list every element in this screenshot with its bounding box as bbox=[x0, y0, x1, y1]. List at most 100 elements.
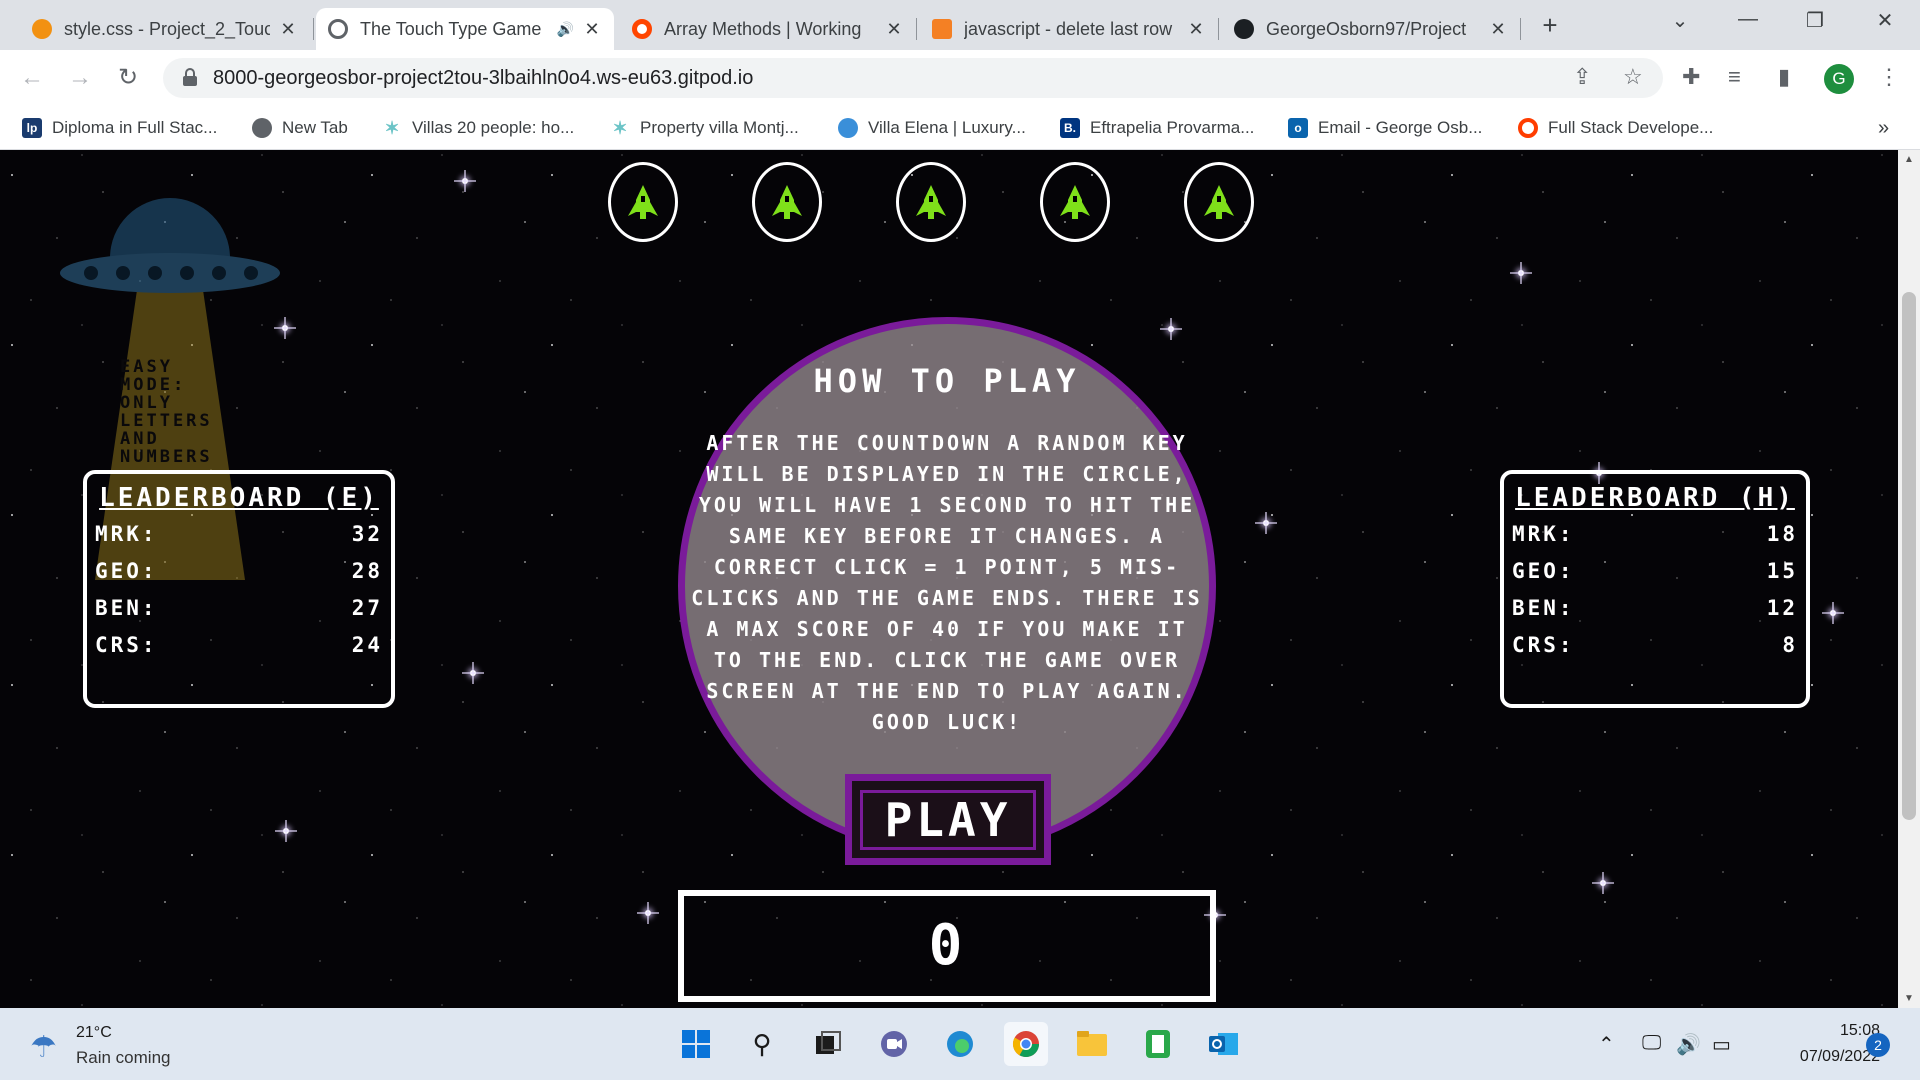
ufo-light bbox=[244, 266, 258, 280]
life-ship-icon bbox=[896, 162, 966, 242]
player-score: 32 bbox=[351, 522, 383, 546]
tab-title: Array Methods | Working bbox=[664, 18, 862, 39]
battery-icon[interactable]: ▭ bbox=[1712, 1032, 1731, 1057]
calculator-app-icon[interactable] bbox=[1136, 1022, 1180, 1066]
how-to-play-text: AFTER THE COUNTDOWN A RANDOM KEY WILL BE… bbox=[691, 431, 1203, 734]
weather-description[interactable]: Rain coming bbox=[76, 1048, 171, 1068]
tab-style-css[interactable]: style.css - Project_2_Touch ✕ bbox=[20, 8, 310, 50]
bookmark-full-stack[interactable]: Full Stack Develope... bbox=[1518, 114, 1713, 142]
close-icon[interactable]: ✕ bbox=[1186, 19, 1206, 40]
booking-icon: B. bbox=[1060, 118, 1080, 138]
clock-date[interactable]: 07/09/2022 bbox=[1760, 1048, 1880, 1066]
more-bookmarks-icon[interactable]: » bbox=[1878, 114, 1889, 142]
close-icon[interactable]: ✕ bbox=[582, 19, 602, 40]
chrome-icon[interactable] bbox=[1004, 1022, 1048, 1066]
star bbox=[637, 902, 659, 924]
tab-array-methods[interactable]: Array Methods | Working ✕ bbox=[620, 8, 916, 50]
life-ship-icon bbox=[1184, 162, 1254, 242]
tab-touch-type-game[interactable]: The Touch Type Game 🔊 ✕ bbox=[316, 8, 614, 50]
globe-icon bbox=[252, 118, 272, 138]
bookmark-label: Villa Elena | Luxury... bbox=[868, 118, 1026, 137]
side-panel-icon[interactable]: ▮ bbox=[1778, 64, 1790, 90]
file-explorer-icon[interactable] bbox=[1070, 1022, 1114, 1066]
bookmark-email[interactable]: o Email - George Osb... bbox=[1288, 114, 1482, 142]
star bbox=[454, 170, 476, 192]
edge-icon[interactable] bbox=[938, 1022, 982, 1066]
tab-github[interactable]: GeorgeOsborn97/Project ✕ bbox=[1222, 8, 1520, 50]
close-icon[interactable]: ✕ bbox=[278, 19, 298, 40]
minimize-icon[interactable]: — bbox=[1723, 8, 1773, 38]
start-icon[interactable] bbox=[674, 1022, 718, 1066]
scroll-down-icon[interactable]: ▼ bbox=[1904, 993, 1914, 1004]
bookmark-villas[interactable]: ✶ Villas 20 people: ho... bbox=[382, 114, 574, 142]
lock-icon[interactable] bbox=[183, 68, 197, 86]
back-icon[interactable]: ← bbox=[16, 62, 48, 94]
bookmark-label: Full Stack Develope... bbox=[1548, 118, 1714, 137]
star bbox=[1255, 512, 1277, 534]
window-close-icon[interactable]: ✕ bbox=[1860, 8, 1910, 38]
new-tab-button[interactable]: + bbox=[1535, 10, 1565, 40]
ufo-light bbox=[148, 266, 162, 280]
taskbar: ☂ 21°C Rain coming ⚲ ⌃ 🖵 🔊 ▭ 15:08 07/09… bbox=[0, 1008, 1920, 1080]
tab-title: GeorgeOsborn97/Project bbox=[1266, 18, 1467, 39]
player-name: GEO: bbox=[1512, 559, 1575, 583]
profile-avatar[interactable]: G bbox=[1824, 64, 1854, 94]
share-icon[interactable]: ⇪ bbox=[1573, 64, 1591, 90]
play-button[interactable]: PLAY bbox=[845, 774, 1051, 865]
star bbox=[1822, 602, 1844, 624]
search-icon[interactable]: ⚲ bbox=[740, 1022, 784, 1066]
teams-chat-icon[interactable] bbox=[872, 1022, 916, 1066]
lp-icon: lp bbox=[22, 118, 42, 138]
star bbox=[1592, 872, 1614, 894]
leaderboard-title: LEADERBOARD (E) bbox=[99, 483, 379, 513]
restore-icon[interactable]: ❐ bbox=[1790, 8, 1840, 38]
bookmark-new-tab[interactable]: New Tab bbox=[252, 114, 348, 142]
weather-temperature[interactable]: 21°C bbox=[76, 1024, 112, 1042]
outlook-icon[interactable] bbox=[1202, 1022, 1246, 1066]
ufo-disk bbox=[60, 253, 280, 293]
url-text[interactable]: 8000-georgeosbor-project2tou-3lbaihln0o4… bbox=[213, 67, 753, 90]
address-bar[interactable]: 8000-georgeosbor-project2tou-3lbaihln0o4… bbox=[163, 58, 1663, 98]
forward-icon[interactable]: → bbox=[64, 62, 96, 94]
media-control-icon[interactable]: ≡ bbox=[1728, 64, 1741, 90]
player-score: 27 bbox=[351, 596, 383, 620]
player-name: BEN: bbox=[95, 596, 158, 620]
bookmark-star-icon[interactable]: ☆ bbox=[1623, 64, 1643, 90]
leaderboard-row: GEO: 28 bbox=[95, 553, 383, 590]
page-scrollbar[interactable]: ▲ ▼ bbox=[1898, 150, 1920, 1008]
bookmark-diploma[interactable]: lp Diploma in Full Stac... bbox=[22, 114, 217, 142]
bookmark-eftrapelia[interactable]: B. Eftrapelia Provarma... bbox=[1060, 114, 1254, 142]
show-hidden-icons[interactable]: ⌃ bbox=[1598, 1032, 1615, 1057]
extensions-icon[interactable]: ✚ bbox=[1682, 64, 1700, 90]
leaderboard-row: MRK: 32 bbox=[95, 516, 383, 553]
player-name: MRK: bbox=[1512, 522, 1575, 546]
tab-divider bbox=[313, 18, 314, 40]
tab-title: The Touch Type Game bbox=[360, 18, 542, 39]
reload-icon[interactable]: ↻ bbox=[112, 62, 144, 94]
menu-icon[interactable]: ⋮ bbox=[1878, 64, 1900, 90]
ufo-light bbox=[84, 266, 98, 280]
game-page: EASY MODE: ONLY LETTERS AND NUMBERS LEAD… bbox=[0, 150, 1898, 1008]
tab-search-icon[interactable]: ⌄ bbox=[1655, 8, 1705, 38]
close-icon[interactable]: ✕ bbox=[1488, 19, 1508, 40]
bookmark-label: Property villa Montj... bbox=[640, 118, 799, 137]
close-icon[interactable]: ✕ bbox=[884, 19, 904, 40]
tab-stackoverflow[interactable]: javascript - delete last row ✕ bbox=[920, 8, 1218, 50]
stackoverflow-icon bbox=[932, 19, 952, 39]
volume-icon[interactable]: 🔊 bbox=[1676, 1032, 1701, 1057]
score-display: 0 bbox=[678, 890, 1216, 1002]
notification-badge[interactable]: 2 bbox=[1866, 1033, 1890, 1057]
bookmark-label: New Tab bbox=[282, 118, 348, 137]
gitpod-icon bbox=[32, 19, 52, 39]
network-icon[interactable]: 🖵 bbox=[1642, 1032, 1661, 1055]
player-name: CRS: bbox=[1512, 633, 1575, 657]
task-view-icon[interactable] bbox=[806, 1022, 850, 1066]
speaker-icon[interactable]: 🔊 bbox=[557, 21, 574, 38]
bookmark-property-villa[interactable]: ✶ Property villa Montj... bbox=[610, 114, 799, 142]
weather-rain-icon[interactable]: ☂ bbox=[30, 1030, 57, 1065]
scroll-thumb[interactable] bbox=[1902, 292, 1916, 820]
scroll-up-icon[interactable]: ▲ bbox=[1904, 154, 1914, 165]
bookmark-villa-elena[interactable]: Villa Elena | Luxury... bbox=[838, 114, 1026, 142]
ufo-light bbox=[180, 266, 194, 280]
leaderboard-easy: LEADERBOARD (E) MRK: 32 GEO: 28 BEN: 27 CRS… bbox=[83, 470, 395, 708]
